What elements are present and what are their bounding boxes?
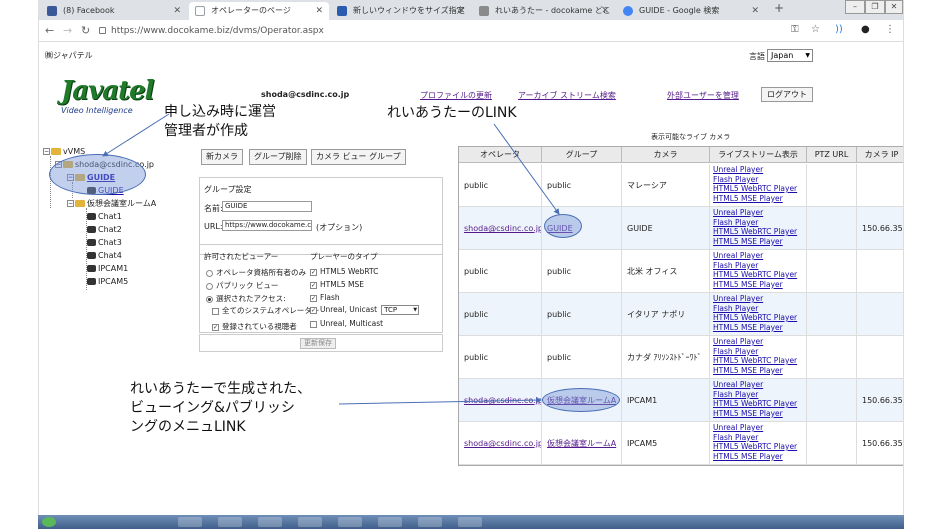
taskbar-item[interactable]: [178, 517, 202, 527]
site-icon: [479, 6, 489, 16]
taskbar-item[interactable]: [338, 517, 362, 527]
taskbar-item[interactable]: [298, 517, 322, 527]
new-tab-button[interactable]: +: [774, 1, 784, 15]
url-field[interactable]: https://www.docokame.biz/dvms/Operator.a…: [111, 24, 324, 38]
page-icon: [195, 6, 205, 16]
facebook-icon: [47, 6, 57, 16]
tab-label: GUIDE - Google 検索: [639, 6, 720, 15]
close-icon[interactable]: ✕: [457, 2, 465, 20]
taskbar-item[interactable]: [458, 517, 482, 527]
arrow-to-guide-link: [493, 123, 560, 215]
tab-label: れいあうたー - docokame どこ: [495, 6, 611, 15]
tab-new-window[interactable]: 新しいウィンドウをサイズ指定 ✕: [331, 2, 471, 20]
arrow-to-operator-node: [102, 113, 170, 157]
extension-icon[interactable]: )): [835, 24, 843, 35]
minimize-button[interactable]: –: [845, 0, 865, 14]
close-icon[interactable]: ✕: [601, 2, 609, 20]
arrow-to-virtual-room-link: [338, 397, 542, 405]
taskbar: [38, 515, 904, 529]
tab-label: オペレーターのページ: [211, 6, 291, 15]
taskbar-item[interactable]: [218, 517, 242, 527]
close-icon[interactable]: ✕: [751, 2, 759, 20]
back-icon[interactable]: ←: [45, 24, 54, 37]
tab-label: 新しいウィンドウをサイズ指定: [353, 6, 465, 15]
browser-window: (8) Facebook ✕ オペレーターのページ ✕ 新しいウィンドウをサイズ…: [38, 0, 904, 515]
taskbar-item[interactable]: [258, 517, 282, 527]
taskbar-item[interactable]: [378, 517, 402, 527]
forward-icon[interactable]: →: [63, 24, 72, 37]
close-window-button[interactable]: ✕: [885, 0, 903, 14]
tab-bar: (8) Facebook ✕ オペレーターのページ ✕ 新しいウィンドウをサイズ…: [39, 0, 903, 20]
start-button-icon[interactable]: [42, 517, 56, 527]
slide: (8) Facebook ✕ オペレーターのページ ✕ 新しいウィンドウをサイズ…: [0, 0, 940, 529]
tab-facebook[interactable]: (8) Facebook ✕: [41, 2, 187, 20]
reload-icon[interactable]: ↻: [81, 24, 90, 37]
tab-label: (8) Facebook: [63, 6, 115, 15]
google-icon: [623, 6, 633, 16]
tab-google-search[interactable]: GUIDE - Google 検索 ✕: [617, 2, 765, 20]
tab-operator-page[interactable]: オペレーターのページ ✕: [189, 2, 329, 20]
lock-icon: [99, 27, 106, 34]
star-icon[interactable]: ☆: [811, 24, 820, 35]
key-icon[interactable]: ⚿: [791, 24, 799, 35]
restore-button[interactable]: ❐: [865, 0, 885, 14]
operator-page: ㈱ジャパテル 言語 Japan ▼ Javatel Video Intellig…: [39, 42, 903, 515]
annotation-arrows: [102, 113, 560, 405]
site-icon: [337, 6, 347, 16]
close-icon[interactable]: ✕: [315, 2, 323, 20]
address-bar: ← → ↻ https://www.docokame.biz/dvms/Oper…: [39, 20, 903, 42]
profile-icon[interactable]: ●: [861, 24, 870, 35]
tab-docokame[interactable]: れいあうたー - docokame どこ ✕: [473, 2, 615, 20]
close-icon[interactable]: ✕: [173, 2, 181, 20]
menu-icon[interactable]: ⋮: [885, 24, 895, 35]
taskbar-item[interactable]: [418, 517, 442, 527]
